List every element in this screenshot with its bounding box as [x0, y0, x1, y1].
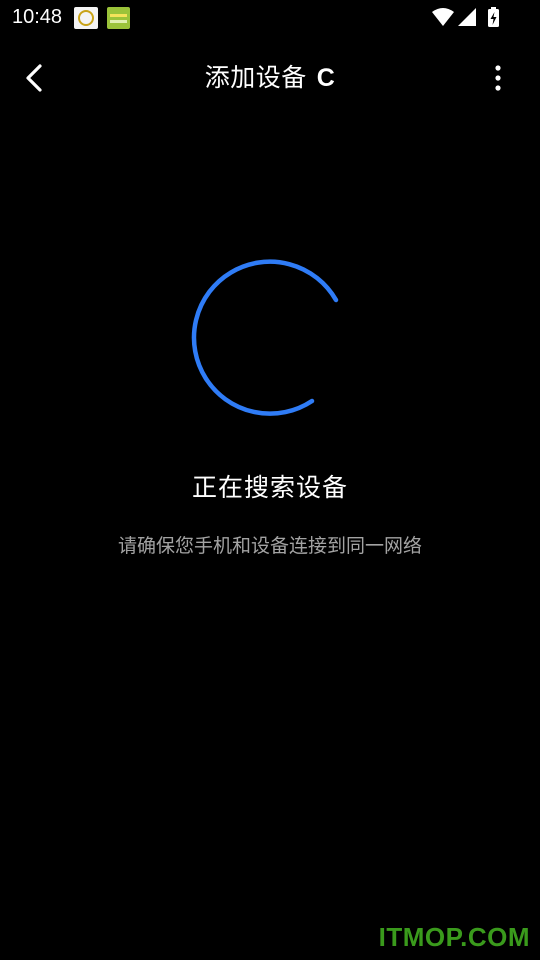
signal-icon	[458, 8, 476, 26]
status-bar: 10:48	[0, 0, 540, 36]
more-options-button[interactable]	[484, 58, 512, 98]
page-title: 添加设备 C	[0, 60, 540, 96]
app-notification-icon	[107, 7, 130, 29]
loading-spinner	[191, 259, 339, 416]
wifi-icon	[432, 8, 454, 26]
page-title-text: 添加设备	[204, 63, 307, 92]
refresh-button[interactable]: C	[317, 64, 336, 92]
status-time: 10:48	[12, 6, 63, 28]
watermark: ITMOP.COM	[378, 922, 530, 952]
battery-charging-icon	[488, 7, 499, 27]
system-status-icons	[432, 7, 499, 27]
search-hint: 请确保您手机和设备连接到同一网络	[117, 535, 422, 557]
search-heading: 正在搜索设备	[191, 473, 348, 502]
app-bar: 添加设备 C	[0, 36, 540, 120]
app-notification-icon	[74, 7, 98, 29]
spinner-arc	[191, 259, 339, 416]
more-vertical-icon	[495, 65, 501, 91]
